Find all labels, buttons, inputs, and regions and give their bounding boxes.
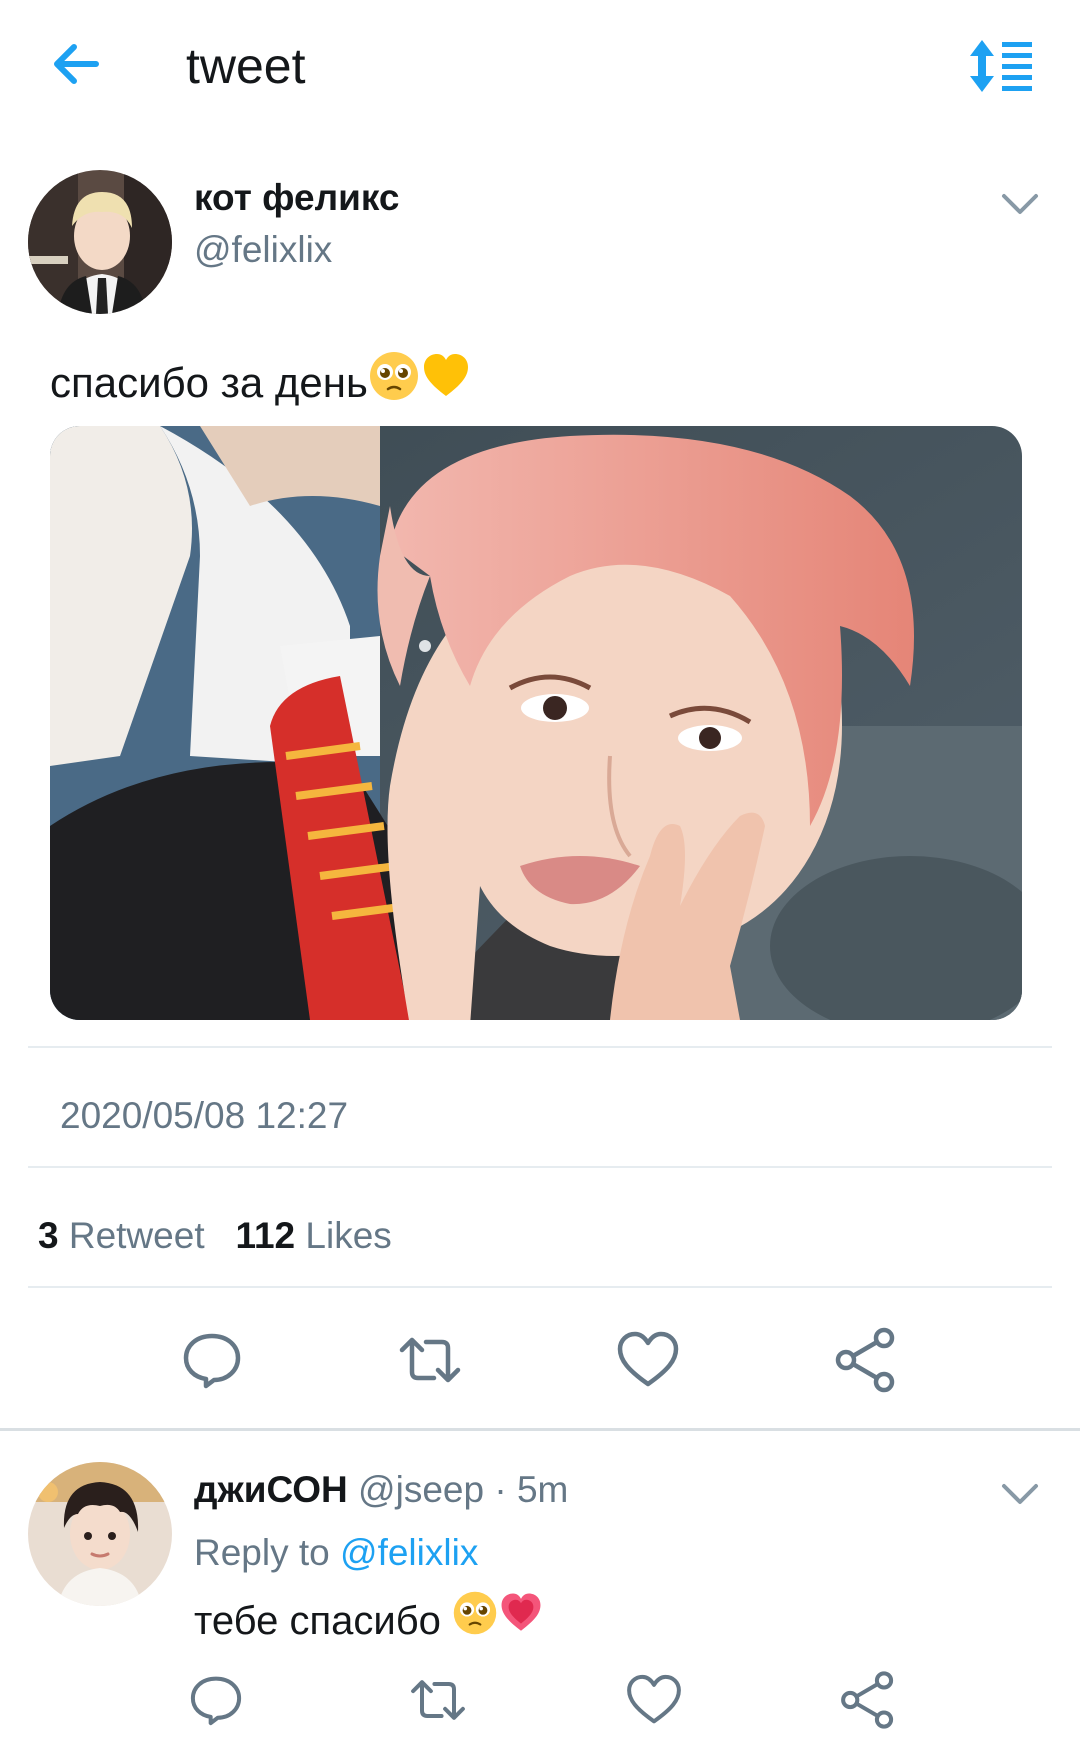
share-icon bbox=[841, 1671, 894, 1729]
sort-icon bbox=[970, 40, 1032, 92]
tweet-options-button[interactable] bbox=[996, 184, 1044, 224]
like-icon bbox=[617, 1331, 679, 1387]
reply-button[interactable] bbox=[176, 1324, 248, 1396]
pleading-face-emoji bbox=[368, 350, 420, 415]
section-divider bbox=[0, 1428, 1080, 1431]
chevron-down-icon bbox=[1002, 1484, 1038, 1504]
reply-time: 5m bbox=[516, 1469, 569, 1510]
reply-to-handle-link[interactable]: @felixlix bbox=[340, 1532, 478, 1573]
pleading-face-emoji bbox=[452, 1590, 498, 1651]
chevron-down-icon bbox=[1002, 194, 1038, 214]
author-handle[interactable]: @felixlix bbox=[194, 228, 332, 272]
author-avatar[interactable] bbox=[28, 170, 172, 314]
reply-share-button[interactable] bbox=[836, 1668, 900, 1732]
divider bbox=[28, 1166, 1052, 1168]
retweet-label[interactable]: Retweet bbox=[69, 1215, 205, 1256]
share-button[interactable] bbox=[830, 1324, 902, 1396]
reply-author-avatar[interactable] bbox=[28, 1462, 172, 1606]
avatar-photo bbox=[28, 1462, 172, 1606]
avatar-photo bbox=[28, 170, 172, 314]
tweet-stats: 3 Retweet 112 Likes bbox=[38, 1214, 392, 1258]
reply-header: джиСОН @jseep · 5m bbox=[194, 1468, 568, 1512]
reply-text-content: тебе спасибо bbox=[194, 1598, 441, 1643]
retweet-count[interactable]: 3 bbox=[38, 1215, 59, 1256]
tweet-text-content: спасибо за день bbox=[50, 358, 368, 406]
like-icon bbox=[627, 1674, 681, 1724]
arrow-left-icon bbox=[54, 44, 99, 84]
reply-icon bbox=[190, 1676, 242, 1726]
likes-label[interactable]: Likes bbox=[305, 1215, 391, 1256]
retweet-button[interactable] bbox=[394, 1324, 466, 1396]
sort-button[interactable] bbox=[966, 36, 1038, 96]
heart-emoji bbox=[498, 1590, 544, 1651]
tweet-text: спасибо за день bbox=[50, 350, 472, 415]
reply-to-line: Reply to @felixlix bbox=[194, 1531, 478, 1575]
back-button[interactable] bbox=[44, 34, 114, 94]
reply-text: тебе спасибо bbox=[194, 1590, 544, 1651]
reply-icon bbox=[183, 1333, 241, 1389]
photo-image bbox=[50, 426, 1022, 1020]
reply-author-name[interactable]: джиСОН bbox=[194, 1469, 348, 1510]
share-icon bbox=[835, 1327, 895, 1393]
reply-reply-button[interactable] bbox=[184, 1668, 248, 1732]
reply-options-button[interactable] bbox=[996, 1474, 1044, 1514]
divider bbox=[28, 1286, 1052, 1288]
reply-separator: · bbox=[484, 1469, 517, 1510]
tweet-photo[interactable] bbox=[50, 426, 1022, 1020]
reply-to-label: Reply to bbox=[194, 1532, 330, 1573]
retweet-icon bbox=[399, 1337, 461, 1383]
like-button[interactable] bbox=[612, 1324, 684, 1396]
reply-like-button[interactable] bbox=[622, 1668, 686, 1732]
reply-retweet-button[interactable] bbox=[406, 1668, 470, 1732]
author-name[interactable]: кот феликс bbox=[194, 176, 399, 220]
likes-count[interactable]: 112 bbox=[235, 1215, 295, 1256]
retweet-icon bbox=[411, 1680, 465, 1720]
yellow-heart-emoji bbox=[420, 350, 472, 415]
page-title: tweet bbox=[186, 38, 306, 94]
reply-author-handle[interactable]: @jseep bbox=[358, 1469, 484, 1510]
tweet-timestamp: 2020/05/08 12:27 bbox=[60, 1095, 349, 1136]
divider bbox=[28, 1046, 1052, 1048]
